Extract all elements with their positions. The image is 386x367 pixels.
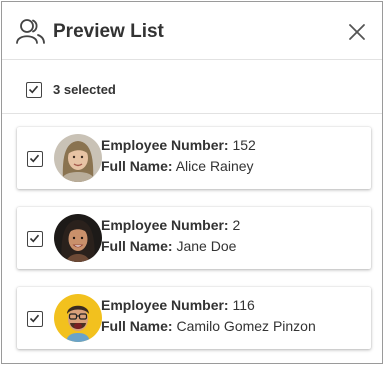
- avatar: [54, 134, 102, 182]
- users-icon: [16, 18, 46, 44]
- close-icon[interactable]: [346, 21, 368, 43]
- panel-header: Preview List: [2, 2, 382, 60]
- selection-bar: 3 selected: [2, 60, 382, 114]
- full-name-value: Camilo Gomez Pinzon: [176, 318, 316, 334]
- employee-number-value: 152: [232, 137, 256, 153]
- select-all-checkbox[interactable]: [26, 82, 42, 98]
- employee-card: Employee Number: 152 Full Name: Alice Ra…: [17, 127, 371, 189]
- field-label: Employee Number:: [101, 217, 229, 233]
- avatar: [54, 294, 102, 342]
- field-label: Full Name:: [101, 238, 173, 254]
- employee-checkbox[interactable]: [27, 311, 43, 327]
- field-label: Full Name:: [101, 318, 173, 334]
- employee-number-value: 116: [232, 297, 255, 313]
- preview-list-panel: Preview List 3 selected Employee Number:…: [1, 1, 383, 364]
- selected-count: 3 selected: [53, 82, 116, 97]
- field-label: Employee Number:: [101, 297, 229, 313]
- full-name-value: Alice Rainey: [175, 158, 254, 174]
- field-label: Employee Number:: [101, 137, 229, 153]
- full-name-value: Jane Doe: [176, 238, 237, 254]
- employee-checkbox[interactable]: [27, 151, 43, 167]
- employee-card: Employee Number: 116 Full Name: Camilo G…: [17, 287, 371, 349]
- avatar: [54, 214, 102, 262]
- employee-checkbox[interactable]: [27, 231, 43, 247]
- employee-card: Employee Number: 2 Full Name: Jane Doe: [17, 207, 371, 269]
- close-button[interactable]: [346, 21, 368, 43]
- field-label: Full Name:: [101, 158, 173, 174]
- employee-number-value: 2: [232, 217, 241, 233]
- panel-title: Preview List: [53, 21, 164, 42]
